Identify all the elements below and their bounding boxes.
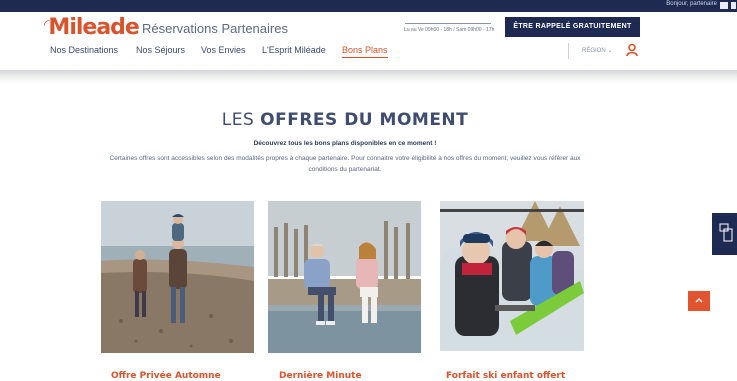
scroll-to-top-button[interactable] (688, 291, 710, 311)
beach-family-photo[interactable] (101, 201, 254, 353)
top-bar: Bonjour, partenaire (0, 0, 737, 12)
site-logo[interactable]: ◜Mileade (44, 17, 140, 39)
chevron-down-icon: ⌄ (607, 48, 613, 54)
nav-item-esprit-mileade[interactable]: L'Esprit Miléade (262, 45, 326, 55)
search-icon[interactable] (731, 2, 736, 9)
nav-item-envies[interactable]: Vos Envies (201, 45, 246, 55)
page-title: LES OFFRES DU MOMENT (221, 110, 469, 130)
nav-item-destinations[interactable]: Nos Destinations (50, 45, 118, 55)
phone-hours: Lu au Ve 09h00 - 18h / Sam 09h00 - 17h (404, 27, 495, 33)
user-account-icon[interactable] (626, 43, 640, 57)
region-select[interactable]: RÉGION ⌄ (582, 47, 612, 54)
chevron-up-icon (695, 298, 703, 303)
lake-couple-photo[interactable] (268, 201, 421, 353)
nav-item-bons-plans[interactable]: Bons Plans (342, 45, 388, 58)
header-tagline: Réservations Partenaires (142, 21, 288, 36)
nav-item-sejours[interactable]: Nos Séjours (136, 45, 185, 55)
page-description: Certaines offres sont accessibles selon … (109, 155, 581, 173)
ski-family-photo[interactable] (440, 201, 584, 351)
side-contact-tab[interactable] (712, 213, 737, 255)
offer-title[interactable]: Offre Privée Automne (111, 371, 221, 381)
phone-divider (405, 23, 491, 24)
callback-button[interactable]: ÊTRE RAPPELÉ GRATUITEMENT (505, 17, 640, 37)
brochure-icon (719, 223, 733, 242)
partner-greeting[interactable]: Bonjour, partenaire (666, 1, 717, 7)
site-header: ◜Mileade Réservations Partenaires Lu au … (0, 12, 737, 70)
logo-mark-icon: ◜ (44, 17, 50, 33)
header-shadow (0, 70, 737, 84)
page-subtitle: Découvrez tous les bons plans disponible… (253, 140, 437, 147)
offer-title[interactable]: Forfait ski enfant offert (446, 371, 565, 381)
offer-title[interactable]: Dernière Minute (279, 371, 362, 381)
account-menu-icon[interactable] (720, 2, 728, 9)
header-divider (568, 43, 569, 59)
